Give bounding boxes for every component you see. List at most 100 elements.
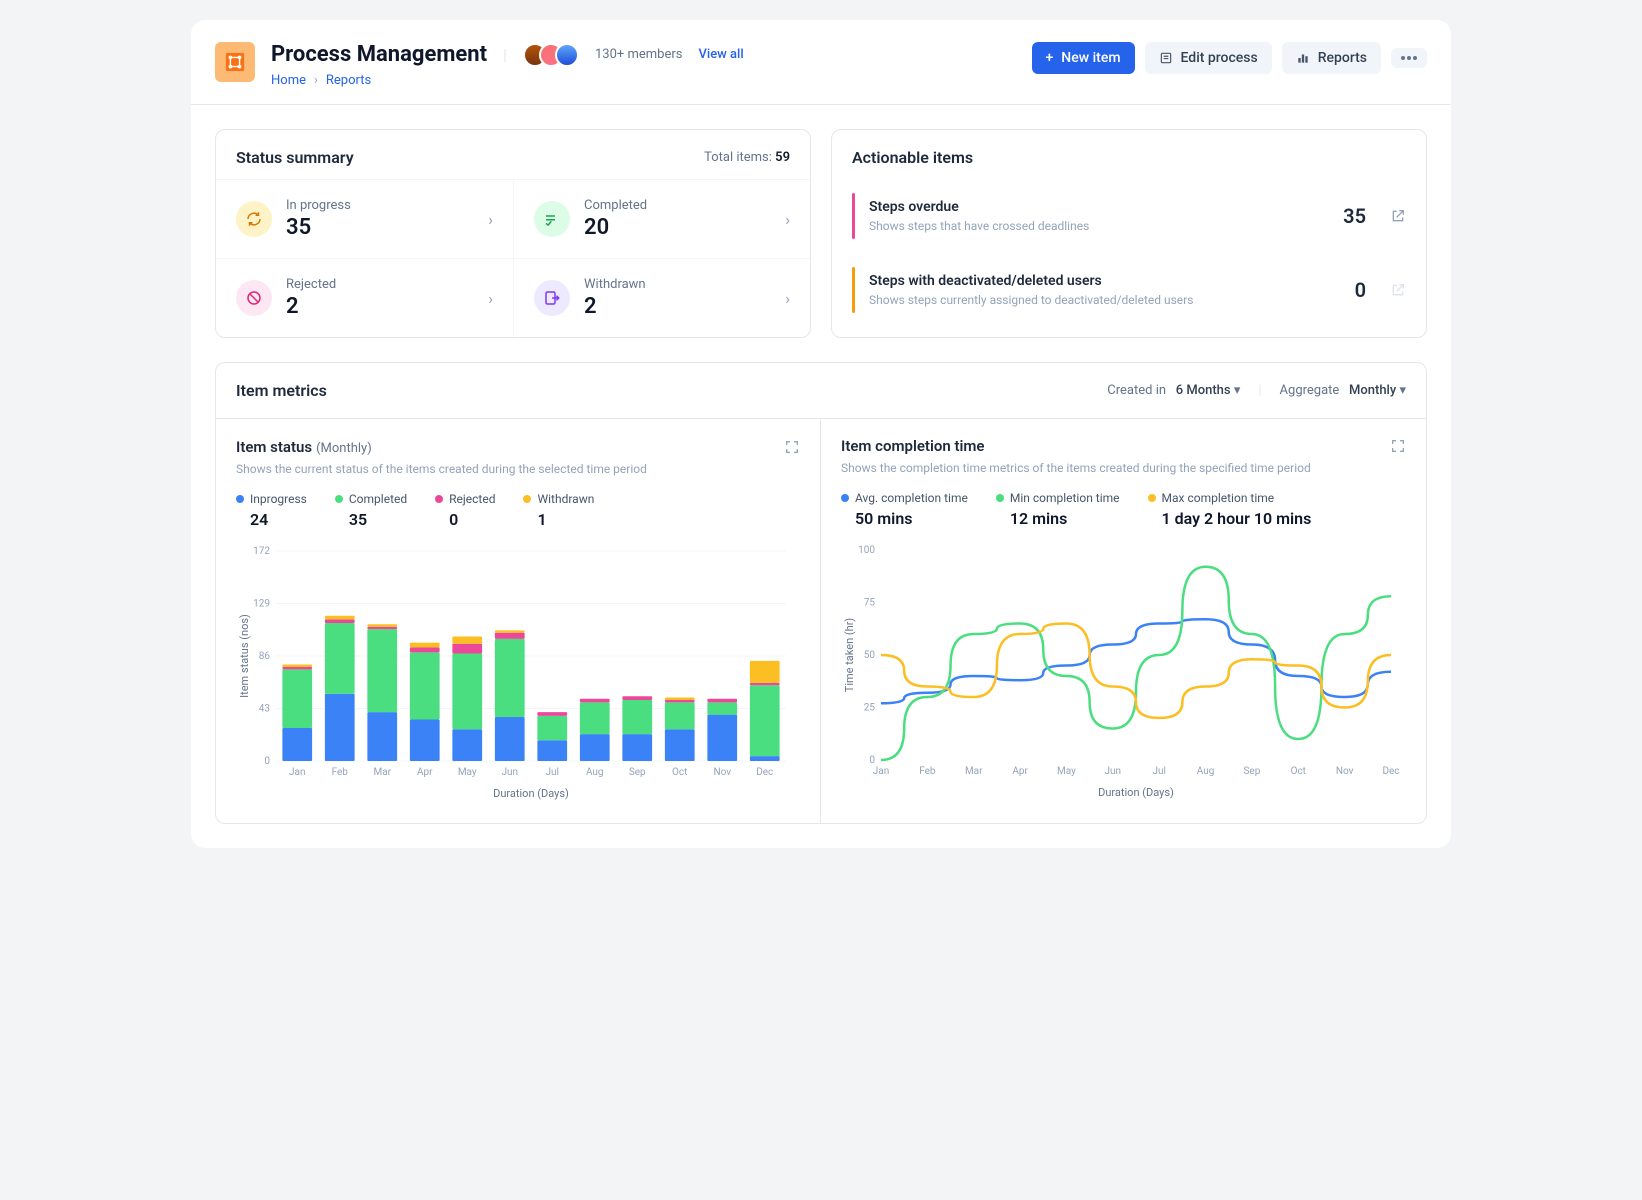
external-link-icon[interactable] (1390, 208, 1406, 224)
legend-value: 24 (250, 510, 307, 529)
completion-legend: Avg. completion time 50 mins Min complet… (841, 491, 1406, 528)
chevron-right-icon: › (488, 289, 493, 308)
top-row: Status summary Total items: 59 In progre… (191, 105, 1451, 362)
chevron-right-icon: › (314, 73, 318, 88)
status-label: Completed (584, 198, 647, 213)
aggregate-control[interactable]: Aggregate Monthly ▾ (1280, 383, 1406, 398)
reports-button[interactable]: Reports (1282, 42, 1381, 74)
view-all-link[interactable]: View all (698, 47, 743, 62)
actionable-item[interactable]: Steps with deactivated/deleted users Sho… (832, 253, 1426, 327)
legend-label: Withdrawn (537, 492, 594, 506)
chevron-right-icon: › (488, 210, 493, 229)
svg-text:Jul: Jul (1152, 766, 1165, 777)
completion-title: Item completion time (841, 437, 985, 455)
legend-dot (1148, 494, 1156, 502)
item-status-legend: Inprogress 24 Completed 35 Rejected 0 Wi… (236, 492, 800, 529)
members-count: 130+ members (595, 47, 683, 62)
legend-item: Max completion time 1 day 2 hour 10 mins (1148, 491, 1312, 528)
edit-process-button[interactable]: Edit process (1145, 42, 1272, 74)
svg-text:Nov: Nov (713, 767, 731, 778)
reports-label: Reports (1318, 50, 1367, 66)
svg-text:Jan: Jan (873, 766, 889, 777)
actionable-list: Steps overdue Shows steps that have cros… (832, 179, 1426, 327)
svg-text:Aug: Aug (586, 767, 604, 778)
svg-text:50: 50 (864, 650, 876, 661)
svg-text:Sep: Sep (629, 767, 646, 778)
legend-label: Inprogress (250, 492, 307, 506)
legend-label: Completed (349, 492, 407, 506)
metrics-title: Item metrics (236, 381, 327, 400)
breadcrumb: Home › Reports (271, 73, 744, 88)
legend-item: Avg. completion time 50 mins (841, 491, 968, 528)
status-label: Rejected (286, 277, 336, 292)
svg-text:Jan: Jan (289, 767, 305, 778)
status-summary-title: Status summary (236, 148, 354, 167)
actionable-items-card: Actionable items Steps overdue Shows ste… (831, 129, 1427, 338)
status-cell-in progress[interactable]: In progress 35 › (216, 179, 513, 258)
svg-text:Nov: Nov (1336, 766, 1354, 777)
svg-text:43: 43 (259, 704, 270, 715)
refresh-icon (236, 201, 272, 237)
item-metrics-card: Item metrics Created in 6 Months ▾ | Agg… (215, 362, 1427, 824)
svg-text:129: 129 (253, 599, 270, 610)
title-block: Process Management | 130+ members View a… (271, 42, 744, 88)
legend-dot (335, 495, 343, 503)
breadcrumb-home[interactable]: Home (271, 73, 306, 88)
created-in-control[interactable]: Created in 6 Months ▾ (1107, 383, 1240, 398)
forbid-icon (236, 280, 272, 316)
status-cell-rejected[interactable]: Rejected 2 › (216, 258, 513, 337)
legend-value: 1 (537, 510, 594, 529)
actionable-item-count: 35 (1343, 204, 1366, 228)
item-status-sub: (Monthly) (316, 441, 372, 456)
new-item-button[interactable]: + New item (1032, 42, 1135, 74)
check-icon (534, 201, 570, 237)
actionable-item-desc: Shows steps currently assigned to deacti… (869, 293, 1193, 307)
expand-icon[interactable] (784, 439, 800, 455)
legend-value: 35 (349, 510, 407, 529)
svg-text:Oct: Oct (1291, 766, 1306, 777)
status-grid: In progress 35 › Completed 20 › Rejected… (216, 179, 810, 337)
divider: | (503, 45, 507, 64)
svg-text:Duration (Days): Duration (Days) (1098, 786, 1174, 799)
caret-down-icon: ▾ (1234, 383, 1241, 398)
legend-item: Min completion time 12 mins (996, 491, 1120, 528)
external-link-icon (1390, 282, 1406, 298)
svg-text:25: 25 (864, 703, 876, 714)
legend-value: 1 day 2 hour 10 mins (1162, 509, 1312, 528)
legend-label: Rejected (449, 492, 495, 506)
svg-text:0: 0 (264, 756, 270, 767)
svg-text:Dec: Dec (1382, 766, 1399, 777)
chevron-right-icon: › (785, 289, 790, 308)
actionable-title: Actionable items (852, 148, 973, 167)
svg-text:172: 172 (253, 546, 270, 557)
status-cell-completed[interactable]: Completed 20 › (513, 179, 810, 258)
expand-icon[interactable] (1390, 438, 1406, 454)
svg-text:Sep: Sep (1243, 766, 1260, 777)
status-value: 2 (286, 294, 336, 319)
svg-text:Oct: Oct (672, 767, 687, 778)
svg-text:Jun: Jun (1105, 766, 1122, 777)
legend-value: 12 mins (1010, 509, 1120, 528)
svg-text:Mar: Mar (965, 766, 983, 777)
member-avatars[interactable] (523, 43, 579, 67)
new-item-label: New item (1061, 50, 1120, 66)
status-cell-withdrawn[interactable]: Withdrawn 2 › (513, 258, 810, 337)
legend-dot (523, 495, 531, 503)
breadcrumb-current[interactable]: Reports (326, 73, 371, 88)
header-actions: + New item Edit process Reports (1032, 42, 1427, 74)
page-title: Process Management (271, 42, 487, 67)
app-window: Process Management | 130+ members View a… (191, 20, 1451, 848)
svg-text:Apr: Apr (1012, 766, 1028, 777)
actionable-item-count: 0 (1355, 278, 1366, 302)
more-button[interactable] (1391, 48, 1427, 68)
page-header: Process Management | 130+ members View a… (191, 20, 1451, 105)
item-status-panel: Item status (Monthly) Shows the current … (216, 419, 821, 823)
svg-text:Dec: Dec (756, 767, 773, 778)
svg-text:Feb: Feb (332, 767, 349, 778)
plus-icon: + (1046, 50, 1054, 66)
status-label: Withdrawn (584, 277, 646, 292)
total-items: Total items: 59 (704, 150, 790, 165)
legend-dot (236, 495, 244, 503)
svg-text:Aug: Aug (1197, 766, 1215, 777)
actionable-item[interactable]: Steps overdue Shows steps that have cros… (832, 179, 1426, 253)
